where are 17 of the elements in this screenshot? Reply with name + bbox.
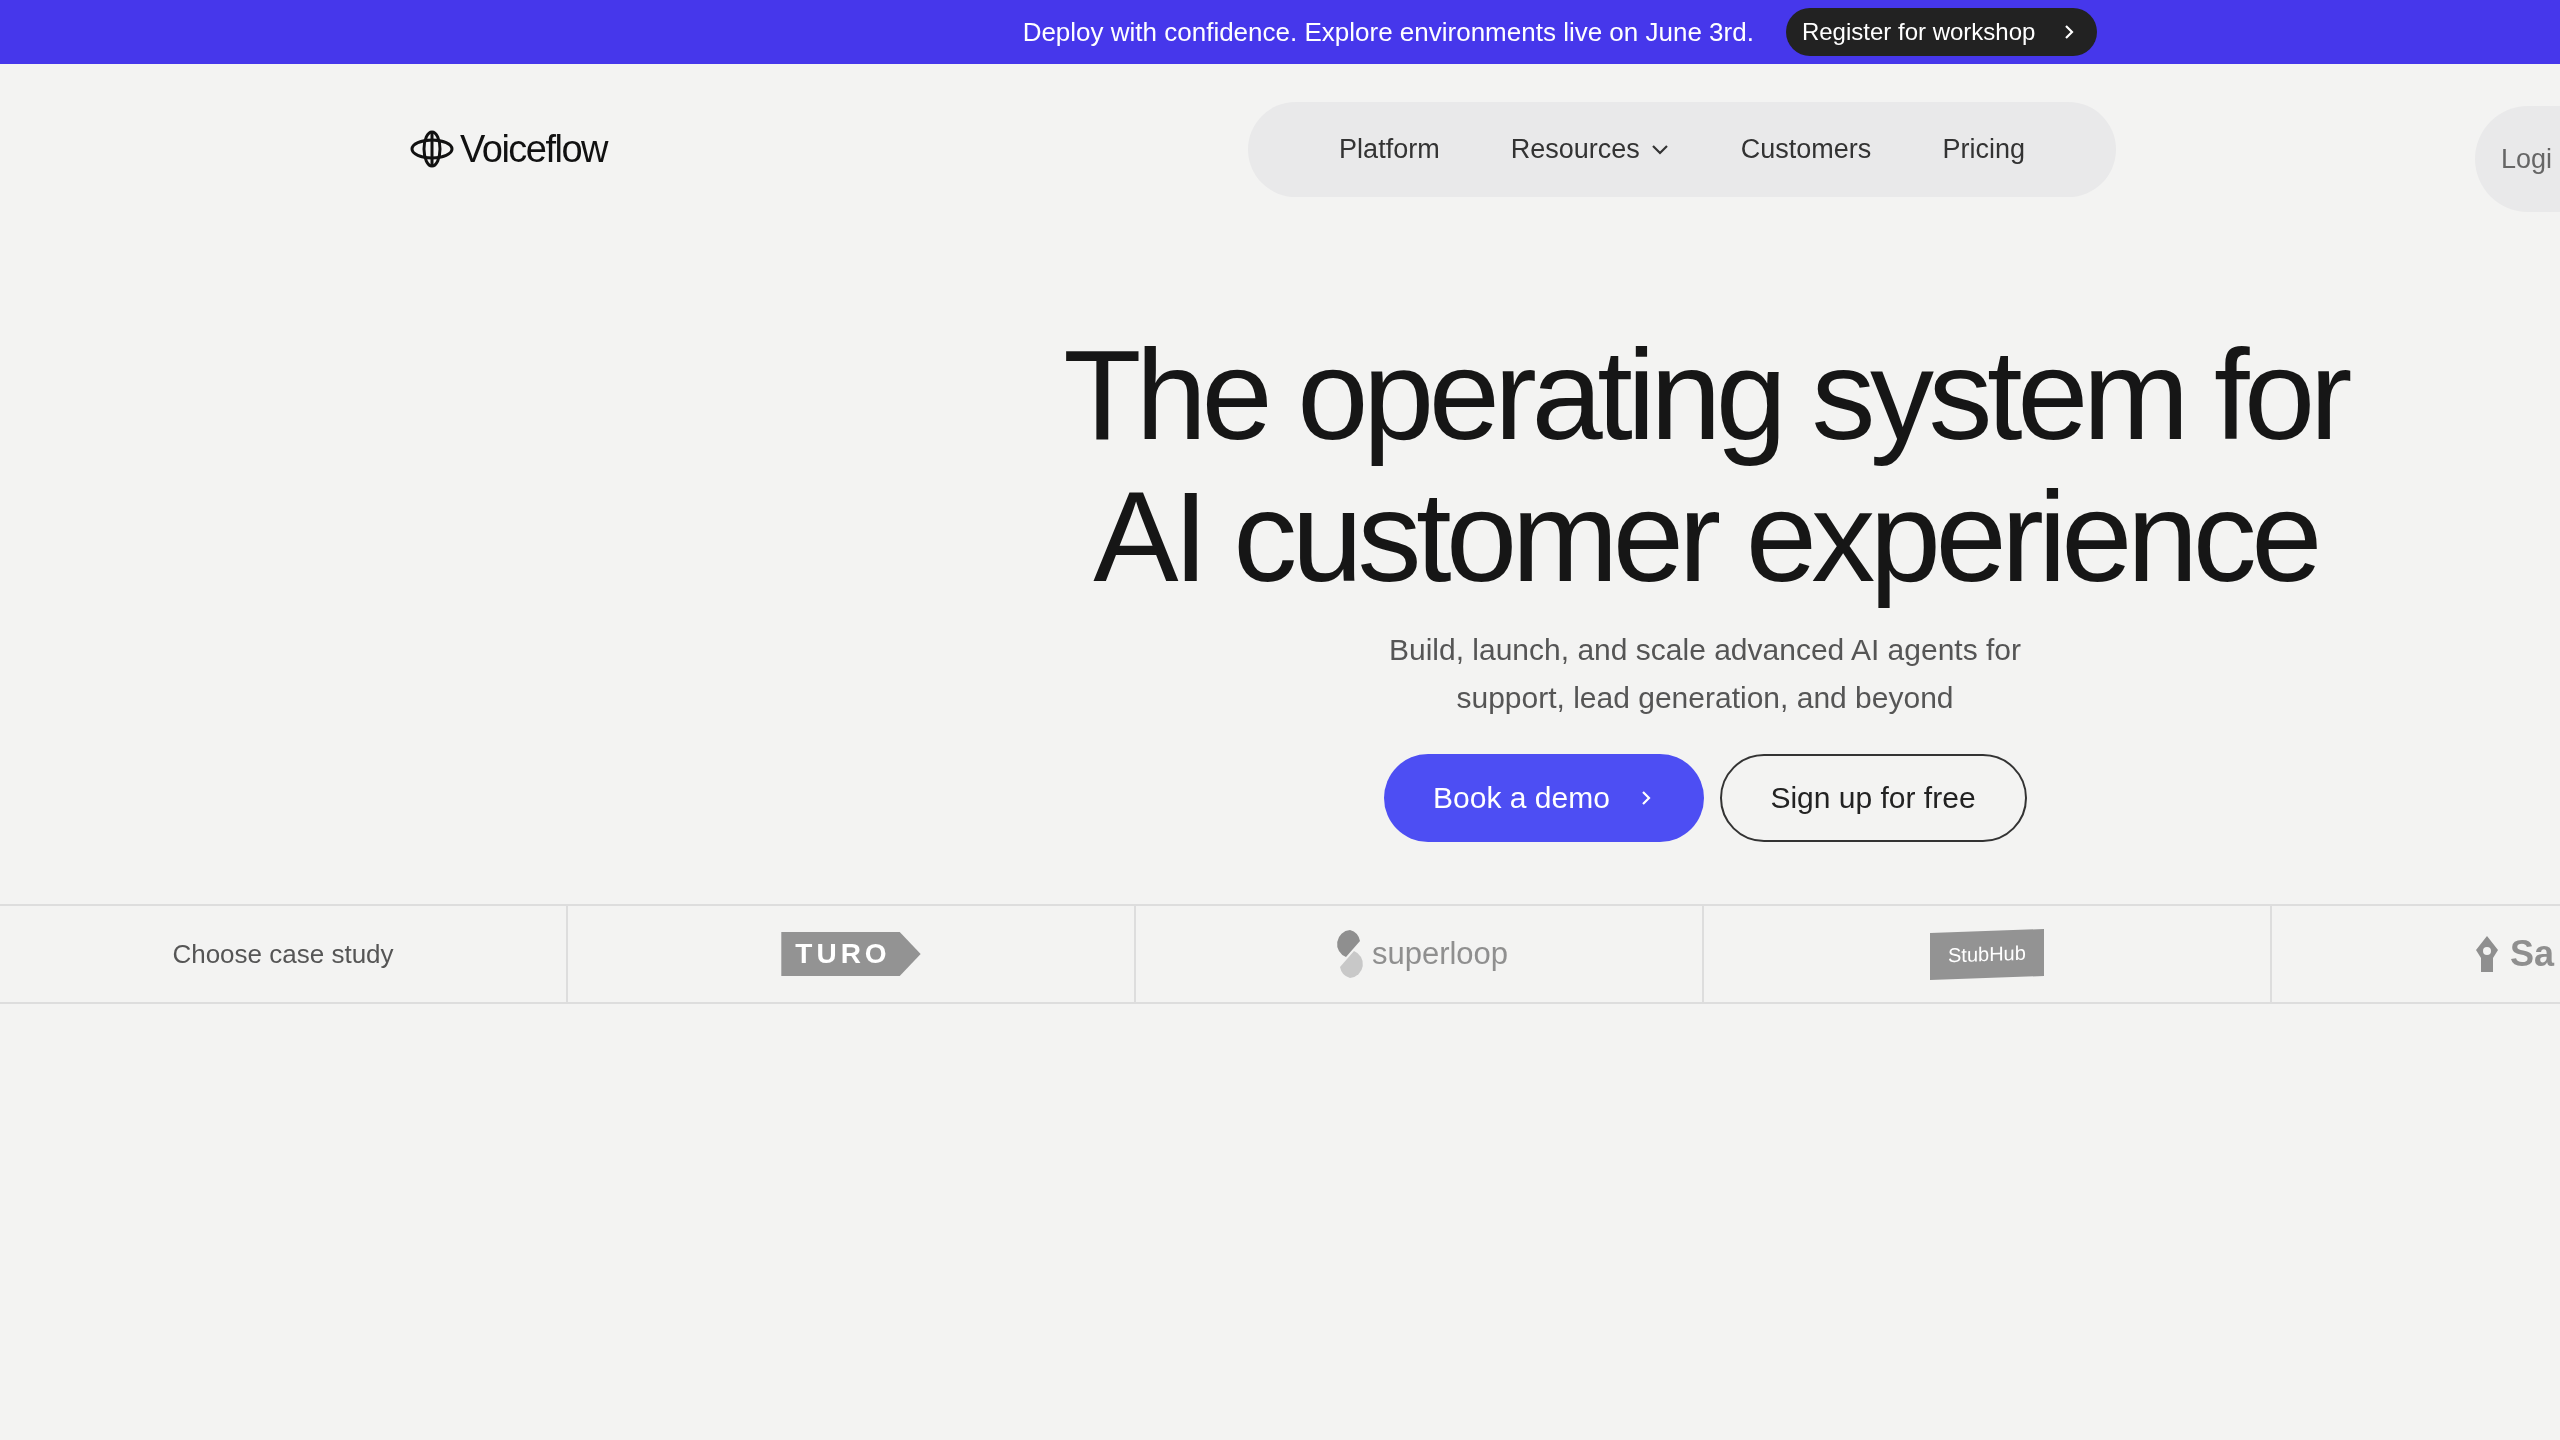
nav-link[interactable]: Platform <box>1339 133 1440 165</box>
sign-up-button[interactable]: Sign up for free <box>1719 754 2027 842</box>
register-button[interactable]: Register for workshop <box>1785 8 2098 56</box>
logo-text: Voiceflow <box>460 127 608 171</box>
login-button[interactable]: Logi <box>2475 106 2560 212</box>
hero-title: The operating system for AI customer experience <box>1063 324 2347 608</box>
nav-link[interactable]: Pricing <box>1942 133 2025 165</box>
superloop-logo-text: superloop <box>1371 936 1509 972</box>
book-demo-button[interactable]: Book a demo <box>1383 754 1704 842</box>
hero-subtitle: Build, launch, and scale advanced AI agents for support, lead generation, and beyond <box>1388 632 2022 716</box>
nav-link[interactable]: Resources <box>1510 133 1670 165</box>
logo-icon <box>408 129 456 169</box>
chevron-down-icon <box>1649 142 1670 156</box>
nav-link[interactable]: Customers <box>1740 133 1872 165</box>
case-study-label: Choose case study <box>172 938 394 970</box>
logo-text: Sa <box>2510 933 2555 975</box>
banner-text: Deploy with confidence. Explore environments live on June 3rd. <box>1022 16 1754 48</box>
